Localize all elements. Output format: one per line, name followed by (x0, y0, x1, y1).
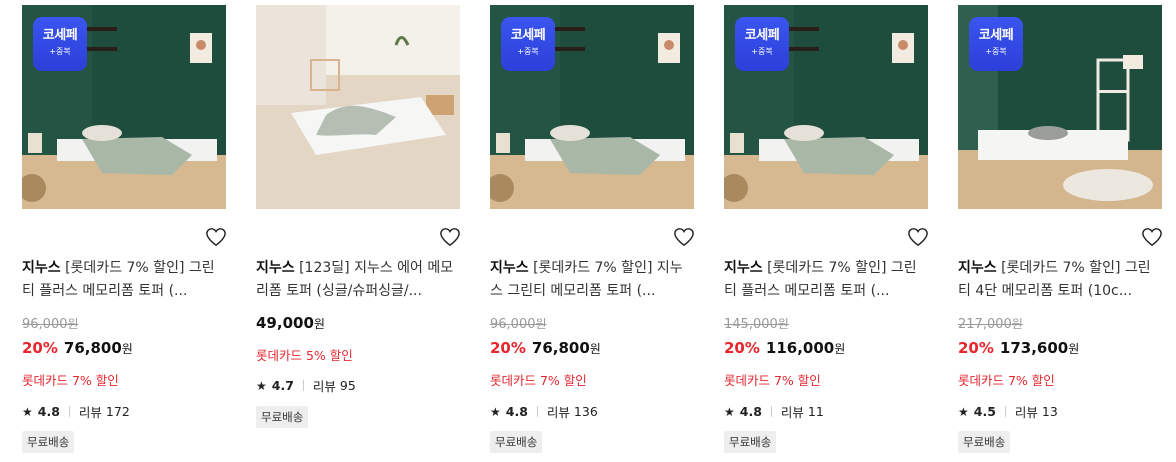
rating: ★ 4.7 리뷰 95 (256, 376, 356, 395)
discount-rate: 20% (724, 339, 760, 357)
badge-sub: +중복 (985, 47, 1007, 56)
brand-name: 지누스 (490, 260, 529, 276)
rating: ★ 4.5 리뷰 13 (958, 402, 1058, 421)
rating-score: 4.8 (505, 404, 528, 419)
cosepe-badge: 코세페 +중복 (735, 17, 789, 71)
product-image[interactable]: 코세페 +중복 (958, 5, 1162, 209)
sale-price: 20% 76,800원 (490, 339, 601, 357)
cosepe-badge: 코세페 +중복 (969, 17, 1023, 71)
heart-icon[interactable] (205, 227, 227, 247)
badge-sub: +중복 (517, 47, 539, 56)
heart-icon[interactable] (1141, 227, 1163, 247)
badge-label: 코세페 (510, 28, 546, 43)
product-card[interactable]: 코세페 +중복 지누스 [롯데카드 7% 할인] 그린티 4단 메모리폼 토퍼 … (958, 5, 1163, 453)
free-shipping-tag: 무료배송 (724, 431, 777, 453)
rating-score: 4.7 (271, 378, 294, 393)
review-count: 172 (105, 404, 130, 419)
product-card[interactable]: 코세페 +중복 지누스 [롯데카드 7% 할인] 지누스 그린티 메모리폼 토퍼… (490, 5, 695, 453)
review-label: 리뷰 (312, 379, 336, 394)
product-title[interactable]: 지누스 [123딜] 지누스 에어 메모리폼 토퍼 (싱글/슈퍼싱글/... (256, 257, 461, 303)
card-promo: 롯데카드 7% 할인 (490, 373, 587, 388)
product-image[interactable]: 코세페 +중복 (22, 5, 226, 209)
star-icon: ★ (22, 404, 33, 419)
product-image[interactable] (256, 5, 460, 209)
brand-name: 지누스 (22, 260, 61, 276)
rating-score: 4.8 (37, 404, 60, 419)
review-count: 95 (339, 378, 356, 393)
star-icon: ★ (958, 404, 969, 419)
card-promo: 롯데카드 7% 할인 (724, 373, 821, 388)
heart-icon[interactable] (907, 227, 929, 247)
star-icon: ★ (256, 378, 267, 393)
product-title[interactable]: 지누스 [롯데카드 7% 할인] 그린티 4단 메모리폼 토퍼 (10c... (958, 257, 1163, 303)
rating-score: 4.5 (973, 404, 996, 419)
original-price: 217,000원 (958, 317, 1023, 332)
free-shipping-tag: 무료배송 (22, 431, 75, 453)
product-image[interactable]: 코세페 +중복 (724, 5, 928, 209)
rating-score: 4.8 (739, 404, 762, 419)
badge-label: 코세페 (978, 28, 1014, 43)
heart-icon[interactable] (673, 227, 695, 247)
rating: ★ 4.8 리뷰 11 (724, 402, 824, 421)
divider (68, 406, 70, 417)
discount-rate: 20% (22, 339, 58, 357)
sale-price: 49,000원 (256, 314, 325, 332)
sale-price: 20% 76,800원 (22, 339, 133, 357)
product-title[interactable]: 지누스 [롯데카드 7% 할인] 지누스 그린티 메모리폼 토퍼 (... (490, 257, 695, 303)
original-price: 96,000원 (490, 317, 547, 332)
divider (302, 380, 304, 391)
review-label: 리뷰 (78, 405, 102, 420)
brand-name: 지누스 (724, 260, 763, 276)
card-promo: 롯데카드 7% 할인 (22, 373, 119, 388)
divider (536, 406, 538, 417)
divider (770, 406, 772, 417)
review-count: 13 (1041, 404, 1058, 419)
card-promo: 롯데카드 7% 할인 (958, 373, 1055, 388)
free-shipping-tag: 무료배송 (958, 431, 1011, 453)
discount-rate: 20% (958, 339, 994, 357)
product-card[interactable]: 코세페 +중복 지누스 [롯데카드 7% 할인] 그린티 플러스 메모리폼 토퍼… (22, 5, 227, 453)
heart-icon[interactable] (439, 227, 461, 247)
review-label: 리뷰 (546, 405, 570, 420)
star-icon: ★ (490, 404, 501, 419)
original-price: 96,000원 (22, 317, 79, 332)
original-price: 145,000원 (724, 317, 789, 332)
product-title[interactable]: 지누스 [롯데카드 7% 할인] 그린티 플러스 메모리폼 토퍼 (... (724, 257, 929, 303)
rating: ★ 4.8 리뷰 172 (22, 402, 130, 421)
divider (1004, 406, 1006, 417)
review-label: 리뷰 (1014, 405, 1038, 420)
discount-rate: 20% (490, 339, 526, 357)
rating: ★ 4.8 리뷰 136 (490, 402, 598, 421)
free-shipping-tag: 무료배송 (256, 406, 309, 428)
badge-sub: +중복 (751, 47, 773, 56)
sale-price: 20% 116,000원 (724, 339, 846, 357)
product-grid: 코세페 +중복 지누스 [롯데카드 7% 할인] 그린티 플러스 메모리폼 토퍼… (0, 0, 1176, 462)
free-shipping-tag: 무료배송 (490, 431, 543, 453)
review-count: 136 (573, 404, 598, 419)
brand-name: 지누스 (958, 260, 997, 276)
star-icon: ★ (724, 404, 735, 419)
sale-price: 20% 173,600원 (958, 339, 1080, 357)
review-count: 11 (807, 404, 824, 419)
brand-name: 지누스 (256, 260, 295, 276)
cosepe-badge: 코세페 +중복 (33, 17, 87, 71)
card-promo: 롯데카드 5% 할인 (256, 348, 353, 363)
product-title[interactable]: 지누스 [롯데카드 7% 할인] 그린티 플러스 메모리폼 토퍼 (... (22, 257, 227, 303)
product-card[interactable]: 지누스 [123딜] 지누스 에어 메모리폼 토퍼 (싱글/슈퍼싱글/... 4… (256, 5, 461, 428)
review-label: 리뷰 (780, 405, 804, 420)
badge-sub: +중복 (49, 47, 71, 56)
cosepe-badge: 코세페 +중복 (501, 17, 555, 71)
product-image[interactable]: 코세페 +중복 (490, 5, 694, 209)
badge-label: 코세페 (744, 28, 780, 43)
badge-label: 코세페 (42, 28, 78, 43)
product-card[interactable]: 코세페 +중복 지누스 [롯데카드 7% 할인] 그린티 플러스 메모리폼 토퍼… (724, 5, 929, 453)
